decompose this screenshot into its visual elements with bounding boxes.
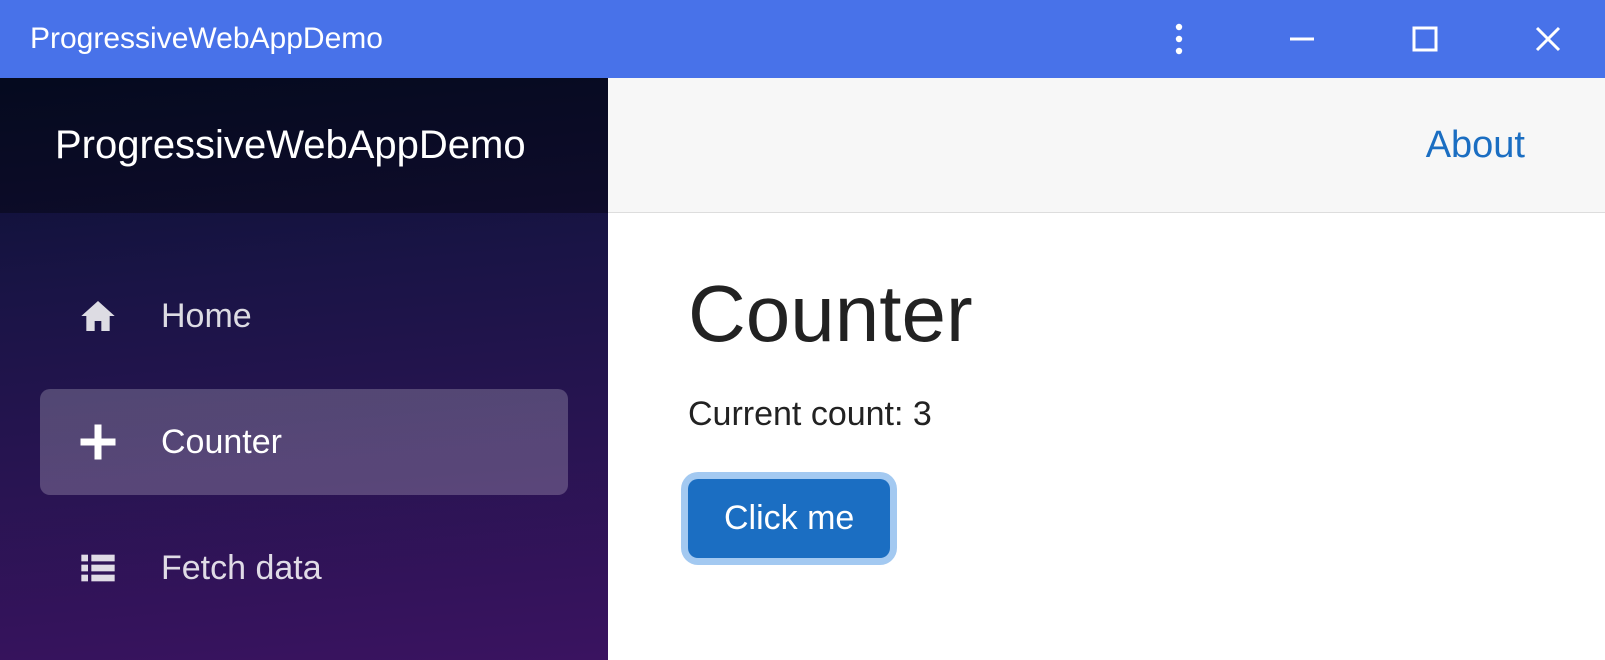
sidebar-item-label: Home xyxy=(161,297,252,336)
sidebar-item-label: Fetch data xyxy=(161,549,322,588)
sidebar-item-home[interactable]: Home xyxy=(40,263,568,369)
sidebar-item-label: Counter xyxy=(161,423,282,462)
page-heading: Counter xyxy=(688,268,1545,360)
window-title: ProgressiveWebAppDemo xyxy=(30,22,383,56)
more-icon[interactable] xyxy=(1160,20,1198,58)
home-icon xyxy=(75,293,121,339)
current-count-text: Current count: 3 xyxy=(688,395,1545,434)
main-area: About Counter Current count: 3 Click me xyxy=(608,78,1605,660)
plus-icon xyxy=(75,419,121,465)
sidebar-nav: Home Counter Fetch data xyxy=(0,213,608,621)
app-content: ProgressiveWebAppDemo Home Counter Fetch… xyxy=(0,78,1605,660)
sidebar: ProgressiveWebAppDemo Home Counter Fetch… xyxy=(0,78,608,660)
sidebar-item-counter[interactable]: Counter xyxy=(40,389,568,495)
sidebar-brand: ProgressiveWebAppDemo xyxy=(0,78,608,213)
click-me-button[interactable]: Click me xyxy=(688,479,890,558)
window-titlebar: ProgressiveWebAppDemo xyxy=(0,0,1605,78)
maximize-button[interactable] xyxy=(1406,20,1444,58)
topbar: About xyxy=(608,78,1605,213)
page-body: Counter Current count: 3 Click me xyxy=(608,213,1605,558)
minimize-button[interactable] xyxy=(1283,20,1321,58)
sidebar-item-fetch-data[interactable]: Fetch data xyxy=(40,515,568,621)
list-icon xyxy=(75,545,121,591)
close-button[interactable] xyxy=(1529,20,1567,58)
about-link[interactable]: About xyxy=(1426,124,1525,167)
window-controls xyxy=(1160,20,1585,58)
